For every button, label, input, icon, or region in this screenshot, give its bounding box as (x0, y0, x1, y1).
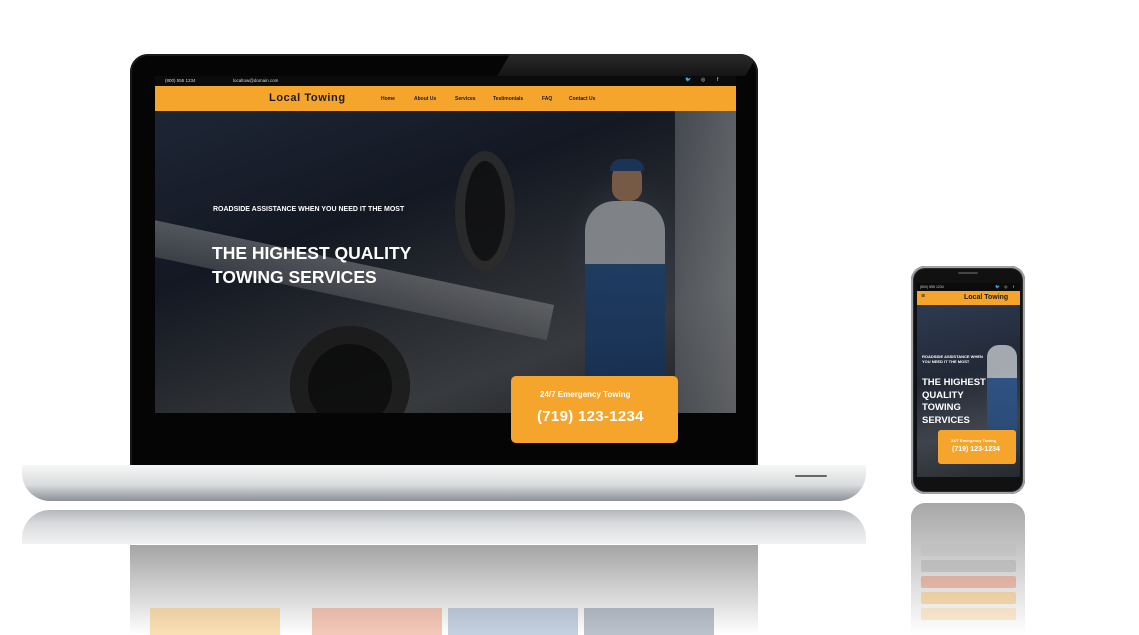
twitter-icon[interactable]: 🐦 (995, 284, 1000, 289)
cta-label: 24/7 Emergency Towing (540, 390, 631, 399)
twitter-icon[interactable]: 🐦 (685, 77, 691, 83)
laptop-base (22, 465, 866, 501)
facebook-icon[interactable]: f (717, 77, 718, 83)
main-navbar: Local Towing Home About Us Services Test… (155, 86, 736, 111)
mobile-navbar: ≡ Local Towing (917, 291, 1020, 305)
reflection-tiles (150, 608, 740, 635)
cta-phone[interactable]: (719) 123-1234 (537, 408, 644, 425)
mobile-topbar-phone[interactable]: (800) 555 1234 (920, 285, 944, 289)
laptop-screen: (800) 555 1234 localtow@domain.com 🐦 ◎ f… (155, 76, 736, 413)
hero-title-line-1: THE HIGHEST QUALITY (212, 243, 412, 263)
nav-home[interactable]: Home (381, 96, 395, 102)
phone-reflection-bar (921, 576, 1016, 588)
reflection-tile (584, 608, 714, 635)
facebook-icon[interactable]: f (1013, 284, 1014, 289)
instagram-icon[interactable]: ◎ (1004, 284, 1008, 289)
phone-reflection-bar (921, 560, 1016, 572)
mobile-top-info-bar: (800) 555 1234 🐦 ◎ f (917, 283, 1020, 291)
hero-title: THE HIGHEST QUALITY TOWING SERVICES (212, 241, 472, 289)
mobile-hero-title-line-3: TOWING (922, 402, 961, 413)
mobile-hero-title-line-1: THE HIGHEST (922, 377, 986, 388)
hero-title-line-2: TOWING SERVICES (212, 267, 377, 287)
mobile-hero-title: THE HIGHEST QUALITY TOWING SERVICES (922, 377, 992, 427)
hero-section: ROADSIDE ASSISTANCE WHEN YOU NEED IT THE… (155, 111, 736, 413)
mobile-site-logo[interactable]: Local Towing (964, 294, 1008, 301)
nav-about-us[interactable]: About Us (414, 96, 436, 102)
mobile-hero-subtitle: ROADSIDE ASSISTANCE WHEN YOU NEED IT THE… (922, 354, 983, 364)
nav-faq[interactable]: FAQ (542, 96, 552, 102)
mobile-hero-title-line-2: QUALITY (922, 389, 964, 401)
laptop-base-reflection (22, 510, 866, 544)
top-info-bar: (800) 555 1234 localtow@domain.com 🐦 ◎ f (155, 76, 736, 86)
mobile-hero-title-line-4: SERVICES (922, 414, 970, 426)
mobile-cta-label: 24/7 Emergency Towing (951, 438, 997, 443)
reflection-tile (150, 608, 280, 635)
laptop-glare (497, 54, 758, 76)
phone-reflection-bar (921, 544, 1016, 556)
topbar-email[interactable]: localtow@domain.com (233, 78, 278, 83)
mobile-cta-phone[interactable]: (719) 123-1234 (952, 446, 1000, 453)
hamburger-icon[interactable]: ≡ (921, 293, 925, 300)
reflection-tile (312, 608, 442, 635)
phone-reflection-bar (921, 608, 1016, 620)
site-logo[interactable]: Local Towing (269, 92, 346, 104)
instagram-icon[interactable]: ◎ (701, 77, 705, 83)
emergency-towing-cta[interactable]: 24/7 Emergency Towing (719) 123-1234 (511, 376, 678, 443)
phone-speaker (958, 272, 978, 274)
nav-services[interactable]: Services (455, 96, 476, 102)
hero-subtitle: ROADSIDE ASSISTANCE WHEN YOU NEED IT THE… (213, 206, 405, 213)
mobile-emergency-towing-cta[interactable]: 24/7 Emergency Towing (719) 123-1234 (938, 430, 1016, 464)
phone-reflection-bar (921, 592, 1016, 604)
nav-contact-us[interactable]: Contact Us (569, 96, 595, 102)
topbar-phone[interactable]: (800) 555 1234 (165, 78, 196, 83)
phone-reflection-content (917, 540, 1020, 635)
reflection-tile (448, 608, 578, 635)
laptop-slot (795, 475, 827, 477)
nav-testimonials[interactable]: Testimonials (493, 96, 523, 102)
